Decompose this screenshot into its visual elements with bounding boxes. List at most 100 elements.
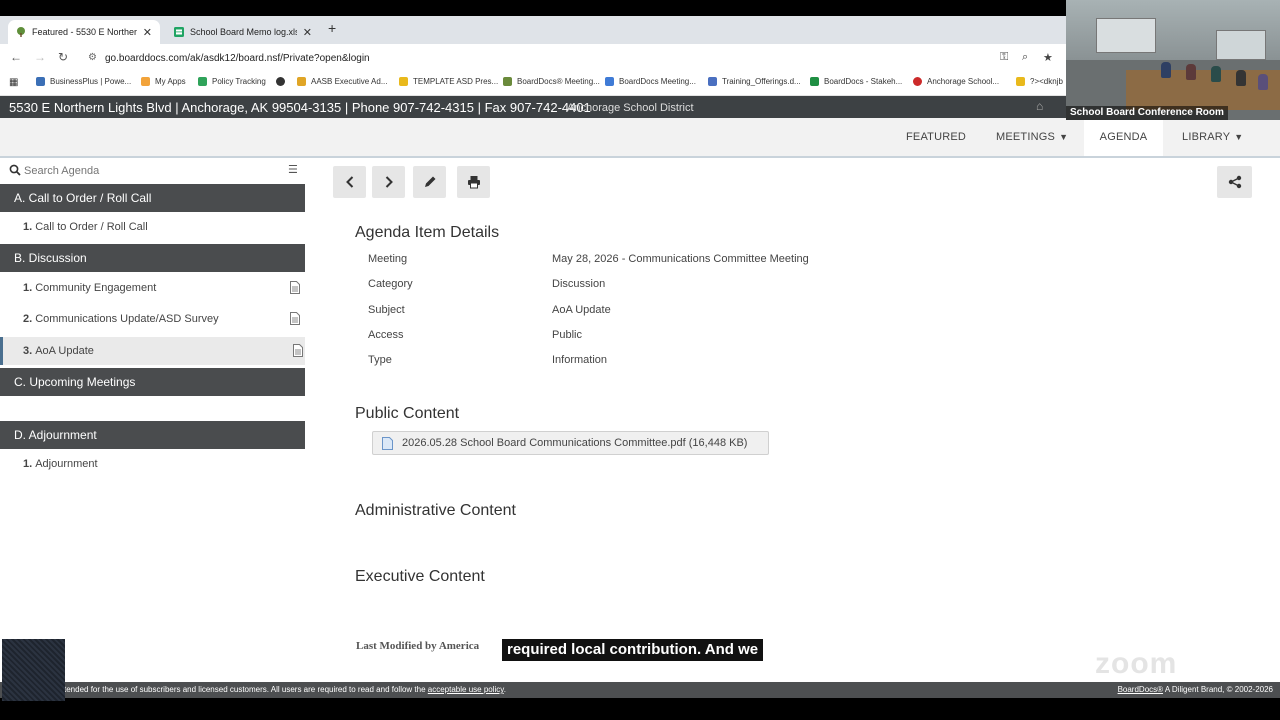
bookmark-label: Anchorage School... <box>927 77 1000 86</box>
org-name: Anchorage School District <box>567 102 694 114</box>
agenda-item[interactable]: 1. Call to Order / Roll Call <box>0 213 305 241</box>
close-tab-icon[interactable]: ✕ <box>303 26 312 39</box>
bookmark-item[interactable]: My Apps <box>141 77 186 86</box>
category-upcoming-meetings[interactable]: C. Upcoming Meetings <box>0 368 305 396</box>
bookmark-item[interactable]: Training_Offerings.d... <box>708 77 801 86</box>
bookmark-item[interactable]: Policy Tracking <box>198 77 266 86</box>
printer-icon <box>467 176 480 189</box>
bookmark-favicon <box>297 77 306 86</box>
nav-agenda[interactable]: AGENDA <box>1084 118 1163 156</box>
zoom-icon[interactable]: ⌕ <box>1022 51 1028 64</box>
nav-meetings[interactable]: MEETINGS ▼ <box>996 118 1068 156</box>
org-header: 5530 E Northern Lights Blvd | Anchorage,… <box>0 96 1066 118</box>
agenda-item[interactable]: 1. Community Engagement <box>0 274 305 302</box>
address-bar[interactable]: go.boarddocs.com/ak/asdk12/board.nsf/Pri… <box>105 53 370 64</box>
home-icon[interactable]: ⌂ <box>1036 99 1043 113</box>
search-icon <box>9 164 21 176</box>
detail-key: Type <box>368 354 392 366</box>
live-caption: required local contribution. And we <box>502 639 764 661</box>
doc-icon <box>708 77 717 86</box>
apps-grid-icon[interactable]: ▦ <box>9 77 18 88</box>
detail-key: Category <box>368 278 413 290</box>
bookmark-favicon <box>198 77 207 86</box>
detail-value: Information <box>552 354 608 366</box>
folder-icon <box>399 77 408 86</box>
main-nav: FEATURED MEETINGS ▼ AGENDA LIBRARY ▼ <box>0 118 1280 158</box>
bookmark-item[interactable]: TEMPLATE ASD Pres... <box>399 77 498 86</box>
share-icon <box>1228 175 1241 189</box>
bookmark-favicon <box>36 77 45 86</box>
pencil-icon <box>424 176 435 187</box>
search-input[interactable] <box>24 162 274 180</box>
public-content-heading: Public Content <box>355 405 460 422</box>
tab-featured[interactable]: Featured - 5530 E Northern Lights ✕ <box>8 20 160 44</box>
bookmark-item[interactable]: BoardDocs - Stakeh... <box>810 77 902 86</box>
bookmark-item[interactable] <box>276 77 290 86</box>
password-key-icon[interactable]: ⚿ <box>1000 51 1008 64</box>
item-number: 2. <box>23 313 33 325</box>
bookmark-item[interactable]: AASB Executive Ad... <box>297 77 387 86</box>
nav-label: AGENDA <box>1099 131 1148 143</box>
bookmark-label: TEMPLATE ASD Pres... <box>413 77 499 86</box>
bookmark-label: BoardDocs® Meeting... <box>517 77 600 86</box>
detail-key: Subject <box>368 304 405 316</box>
video-person <box>1236 70 1246 86</box>
item-label: Community Engagement <box>35 282 157 294</box>
administrative-content-heading: Administrative Content <box>355 502 516 519</box>
site-info-icon[interactable]: ⚙ <box>88 52 97 63</box>
edit-button[interactable] <box>413 166 446 198</box>
category-discussion[interactable]: B. Discussion <box>0 244 305 272</box>
previous-item-button[interactable] <box>333 166 366 198</box>
bookmark-label: ?><dknjb <box>1030 77 1063 86</box>
category-call-to-order[interactable]: A. Call to Order / Roll Call <box>0 184 305 212</box>
agenda-search: ☰ <box>0 158 305 184</box>
org-address: 5530 E Northern Lights Blvd | Anchorage,… <box>9 100 591 115</box>
browser-window: Featured - 5530 E Northern Lights ✕ Scho… <box>0 0 1280 720</box>
back-arrow-icon[interactable]: ← <box>10 50 22 64</box>
detail-row-subject: Subject AoA Update <box>368 304 968 324</box>
spreadsheet-icon <box>174 27 184 37</box>
bookmark-item[interactable]: BoardDocs Meeting... <box>605 77 696 86</box>
detail-key: Access <box>368 329 404 341</box>
new-tab-button[interactable]: + <box>328 20 336 36</box>
menu-icon[interactable]: ☰ <box>288 163 298 176</box>
nav-library[interactable]: LIBRARY ▼ <box>1182 118 1243 156</box>
bookmark-item[interactable]: ?><dknjb <box>1016 77 1063 86</box>
video-room-label: School Board Conference Room <box>1066 106 1228 120</box>
bookmark-item[interactable]: BusinessPlus | Powe... <box>36 77 131 86</box>
public-file-link[interactable]: 2026.05.28 School Board Communications C… <box>372 431 769 455</box>
close-tab-icon[interactable]: ✕ <box>143 26 152 39</box>
tab-memo-log[interactable]: School Board Memo log.xlsx - ✕ <box>166 20 320 44</box>
video-poster <box>1216 30 1266 60</box>
detail-row-type: Type Information <box>368 354 968 374</box>
file-icon <box>382 437 393 450</box>
agenda-item-selected[interactable]: 3. AoA Update <box>0 337 305 365</box>
nav-featured[interactable]: FEATURED <box>906 118 966 156</box>
chevron-down-icon: ▼ <box>1059 132 1069 142</box>
reload-icon[interactable]: ↻ <box>58 50 68 64</box>
bookmark-item[interactable]: BoardDocs® Meeting... <box>503 77 600 86</box>
video-person <box>1211 66 1221 82</box>
acceptable-use-link[interactable]: acceptable use policy <box>428 685 504 694</box>
agenda-item[interactable]: 2. Communications Update/ASD Survey <box>0 305 305 333</box>
video-person <box>1186 64 1196 80</box>
bookmark-label: My Apps <box>155 77 186 86</box>
next-item-button[interactable] <box>372 166 405 198</box>
detail-row-access: Access Public <box>368 329 968 349</box>
print-button[interactable] <box>457 166 490 198</box>
forward-arrow-icon[interactable]: → <box>34 50 46 64</box>
details-heading: Agenda Item Details <box>355 224 500 241</box>
bookmark-item[interactable]: Anchorage School... <box>913 77 999 86</box>
agenda-sidebar: ☰ A. Call to Order / Roll Call 1.Call to… <box>0 158 305 678</box>
nav-label: LIBRARY <box>1182 131 1231 143</box>
detail-row-category: Category Discussion <box>368 278 968 298</box>
nav-label: MEETINGS <box>996 131 1056 143</box>
share-button[interactable] <box>1217 166 1252 198</box>
nav-label: FEATURED <box>906 131 967 143</box>
boarddocs-link[interactable]: BoardDocs® <box>1118 685 1163 694</box>
doc-icon <box>605 77 614 86</box>
bookmark-star-icon[interactable]: ★ <box>1043 51 1053 64</box>
agenda-item[interactable]: 1. Adjournment <box>0 450 305 478</box>
category-adjournment[interactable]: D. Adjournment <box>0 421 305 449</box>
video-person <box>1258 74 1268 90</box>
